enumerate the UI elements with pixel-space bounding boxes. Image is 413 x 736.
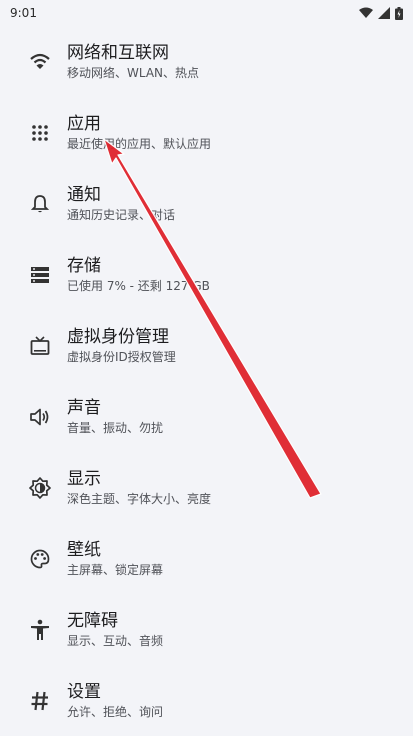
- settings-item-subtitle: 允许、拒绝、询问: [67, 704, 164, 719]
- settings-item-subtitle: 最近使用的应用、默认应用: [67, 136, 212, 151]
- settings-item-wallpaper[interactable]: 壁纸 主屏幕、锁定屏幕: [0, 523, 413, 594]
- wifi-signal-icon: [359, 7, 373, 18]
- settings-item-title: 应用: [67, 113, 101, 134]
- settings-item-subtitle: 显示、互动、音频: [67, 633, 164, 648]
- storage-icon: [26, 261, 54, 289]
- hash-icon: [26, 687, 54, 715]
- settings-item-virtual-identity[interactable]: 虚拟身份管理 虚拟身份ID授权管理: [0, 310, 413, 381]
- settings-item-subtitle: 虚拟身份ID授权管理: [67, 349, 176, 364]
- palette-icon: [26, 545, 54, 573]
- settings-item-subtitle: 主屏幕、锁定屏幕: [67, 562, 164, 577]
- status-time: 9:01: [10, 6, 37, 20]
- status-bar: 9:01: [0, 0, 413, 26]
- accessibility-icon: [26, 616, 54, 644]
- brightness-icon: [26, 474, 54, 502]
- settings-item-title: 设置: [67, 681, 101, 702]
- settings-item-title: 通知: [67, 184, 101, 205]
- settings-item-subtitle: 移动网络、WLAN、热点: [67, 65, 200, 80]
- settings-item-network[interactable]: 网络和互联网 移动网络、WLAN、热点: [0, 26, 413, 97]
- settings-item-subtitle: 通知历史记录、对话: [67, 207, 176, 222]
- settings-item-display[interactable]: 显示 深色主题、字体大小、亮度: [0, 452, 413, 523]
- settings-item-title: 无障碍: [67, 610, 118, 631]
- cell-signal-icon: [378, 7, 390, 19]
- settings-item-title: 显示: [67, 468, 101, 489]
- settings-item-subtitle: 深色主题、字体大小、亮度: [67, 491, 212, 506]
- settings-item-subtitle: 音量、振动、勿扰: [67, 420, 164, 435]
- settings-item-title: 网络和互联网: [67, 42, 169, 63]
- settings-item-storage[interactable]: 存储 已使用 7% - 还剩 127 GB: [0, 239, 413, 310]
- settings-item-title: 虚拟身份管理: [67, 326, 169, 347]
- settings-item-sound[interactable]: 声音 音量、振动、勿扰: [0, 381, 413, 452]
- settings-item-notifications[interactable]: 通知 通知历史记录、对话: [0, 168, 413, 239]
- bell-icon: [26, 190, 54, 218]
- settings-item-subtitle: 已使用 7% - 还剩 127 GB: [67, 278, 210, 293]
- apps-grid-icon: [26, 119, 54, 147]
- battery-icon: [395, 6, 403, 20]
- settings-list: 网络和互联网 移动网络、WLAN、热点 应用 最近使用的应用、默认应用 通知 通…: [0, 26, 413, 736]
- settings-item-accessibility[interactable]: 无障碍 显示、互动、音频: [0, 594, 413, 665]
- speaker-icon: [26, 403, 54, 431]
- status-icons: [359, 6, 403, 20]
- settings-item-permissions[interactable]: 设置 允许、拒绝、询问: [0, 665, 413, 736]
- settings-item-title: 声音: [67, 397, 101, 418]
- wifi-icon: [26, 48, 54, 76]
- settings-item-title: 存储: [67, 255, 101, 276]
- tv-icon: [26, 332, 54, 360]
- settings-item-title: 壁纸: [67, 539, 101, 560]
- settings-item-apps[interactable]: 应用 最近使用的应用、默认应用: [0, 97, 413, 168]
